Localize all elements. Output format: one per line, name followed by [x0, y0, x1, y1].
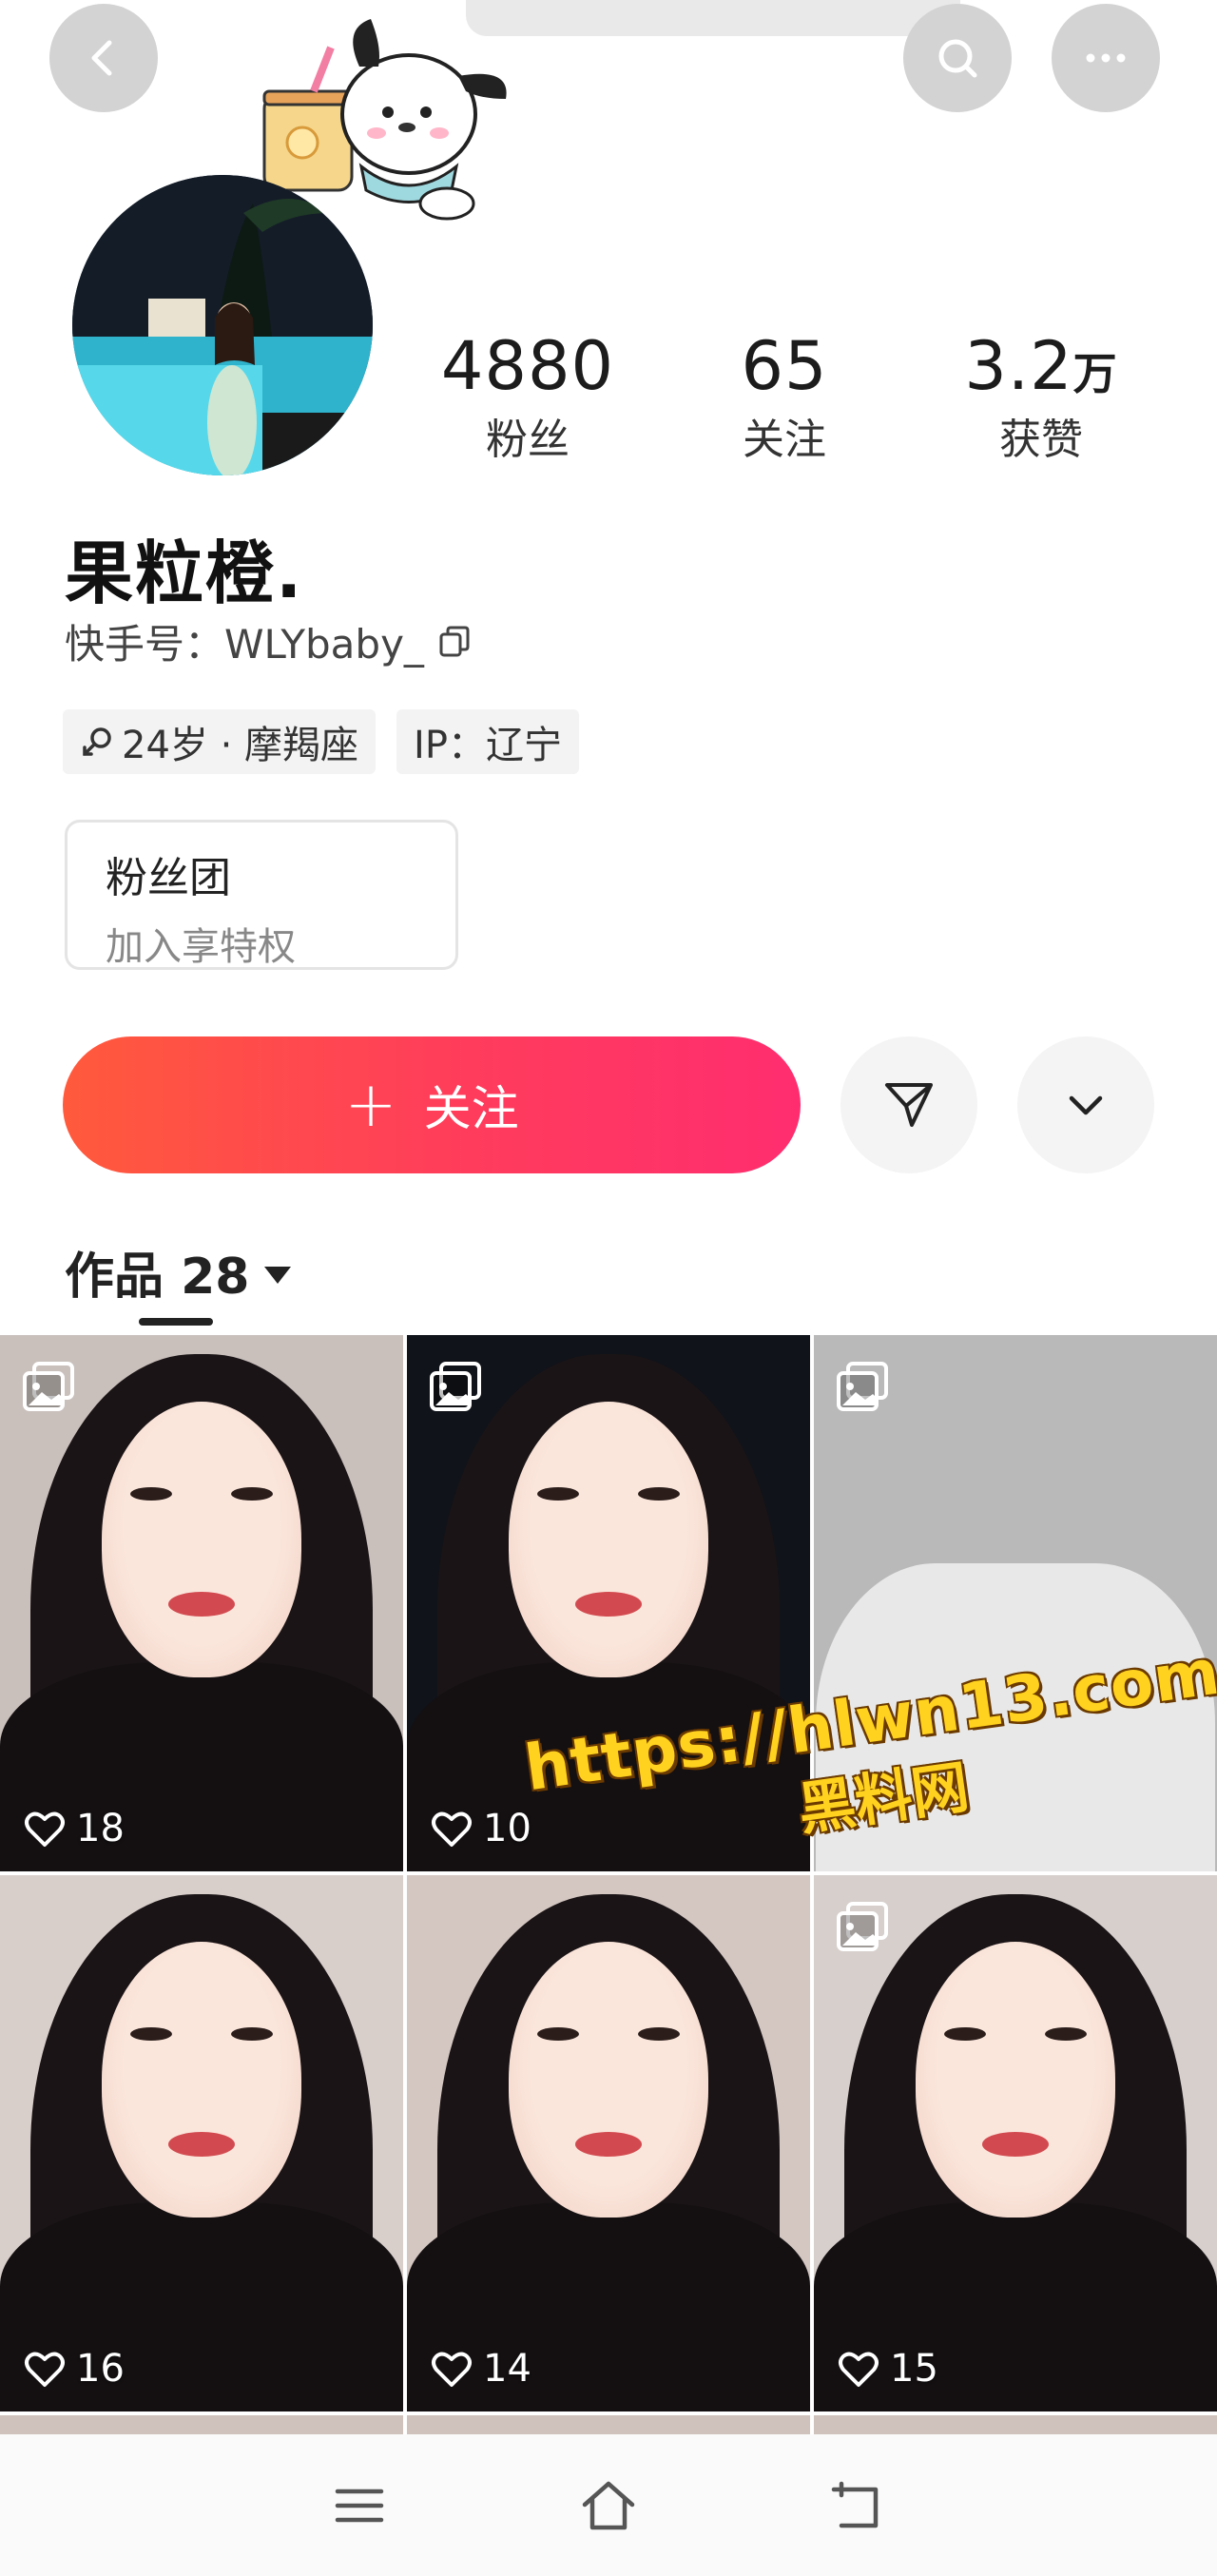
profile-nickname: 果粒橙. — [65, 533, 304, 613]
heart-icon — [839, 2352, 879, 2387]
top-bar — [0, 0, 1217, 124]
post-likes-count: 18 — [76, 1807, 125, 1850]
home-icon[interactable] — [579, 2476, 638, 2535]
tag-ip-location: IP：辽宁 — [396, 709, 579, 774]
stat-likes[interactable]: 3.2万 获赞 — [951, 333, 1131, 466]
post-tile[interactable]: 18 — [0, 1335, 403, 1871]
multi-image-icon — [23, 1362, 74, 1411]
fan-club-subtitle: 加入享特权 — [106, 925, 296, 969]
heart-icon — [25, 2352, 65, 2387]
profile-avatar[interactable] — [72, 175, 373, 475]
post-photo-lips — [575, 1592, 642, 1617]
post-tile[interactable]: 14 — [407, 1875, 810, 2411]
search-icon — [938, 39, 977, 78]
post-photo-lips — [982, 2132, 1049, 2157]
stat-likes-unit: 万 — [1072, 348, 1118, 399]
post-photo-eyes — [130, 1487, 273, 1504]
fan-club-card[interactable]: 粉丝团 加入享特权 — [65, 820, 458, 970]
heart-icon — [25, 1811, 65, 1847]
tag-ip-location-text: IP：辽宁 — [414, 724, 562, 767]
avatar-photo — [72, 175, 373, 475]
stat-following-count: 65 — [741, 327, 828, 405]
tag-age-zodiac: 24岁 · 摩羯座 — [63, 709, 377, 774]
post-likes-count: 10 — [483, 1807, 531, 1850]
back-button[interactable] — [49, 4, 158, 112]
profile-user-id: 快手号：WLYbaby_ — [65, 612, 473, 670]
menu-icon[interactable] — [330, 2476, 389, 2535]
post-likes: 14 — [430, 2347, 531, 2391]
search-button[interactable] — [903, 4, 1012, 112]
post-tile[interactable]: 15 — [814, 1875, 1217, 2411]
multi-image-icon — [430, 1362, 481, 1411]
user-id-text: 快手号：WLYbaby_ — [65, 621, 424, 668]
post-likes-count: 16 — [76, 2347, 125, 2391]
stat-fans[interactable]: 4880 粉丝 — [441, 333, 613, 466]
more-icon — [1086, 53, 1126, 63]
stat-following-label: 关注 — [743, 416, 826, 464]
post-photo-eyes — [537, 1487, 680, 1504]
multi-image-icon — [837, 1362, 888, 1411]
stat-likes-count: 3.2万 — [964, 327, 1118, 405]
stat-following[interactable]: 65 关注 — [704, 333, 865, 466]
avatar-sticker — [262, 19, 507, 221]
dropdown-caret-icon — [264, 1266, 292, 1284]
post-photo-eyes — [944, 2027, 1087, 2044]
post-photo-eyes — [130, 2027, 273, 2044]
follow-button[interactable]: + 关注 — [63, 1036, 801, 1173]
multi-image-icon — [837, 1902, 888, 1951]
tab-works[interactable]: 作品 28 — [65, 1236, 292, 1307]
top-search-pill[interactable] — [466, 0, 960, 36]
send-message-icon — [885, 1083, 933, 1127]
heart-icon — [432, 1811, 472, 1847]
chevron-down-icon — [1069, 1095, 1103, 1115]
post-photo-face — [509, 1402, 708, 1677]
back-icon — [91, 40, 112, 76]
tag-age-zodiac-text: 24岁 · 摩羯座 — [122, 724, 359, 767]
post-photo-face — [509, 1942, 708, 2218]
post-likes-count: 14 — [483, 2347, 531, 2391]
tab-works-indicator — [139, 1318, 213, 1326]
post-tile[interactable]: 16 — [0, 1875, 403, 2411]
gender-icon — [83, 727, 111, 756]
post-photo-eyes — [537, 2027, 680, 2044]
tab-works-label: 作品 28 — [65, 1249, 250, 1306]
follow-label: 关注 — [423, 1081, 519, 1136]
stat-likes-label: 获赞 — [999, 416, 1083, 464]
post-likes: 16 — [23, 2347, 125, 2391]
copy-icon[interactable] — [435, 623, 473, 661]
more-button[interactable] — [1052, 4, 1160, 112]
system-nav-bar — [0, 2434, 1217, 2576]
post-photo-lips — [168, 2132, 235, 2157]
post-likes-count: 15 — [890, 2347, 938, 2391]
send-message-button[interactable] — [840, 1036, 977, 1173]
post-photo-lips — [575, 2132, 642, 2157]
fan-club-title: 粉丝团 — [106, 854, 231, 902]
stat-fans-count: 4880 — [440, 327, 615, 405]
plus-icon: + — [344, 1068, 397, 1141]
profile-tags: 24岁 · 摩羯座 IP：辽宁 — [63, 709, 579, 774]
post-photo-face — [102, 1942, 301, 2218]
post-photo-lips — [168, 1592, 235, 1617]
back-nav-icon[interactable] — [828, 2476, 887, 2535]
post-likes: 15 — [837, 2347, 938, 2391]
post-photo-face — [102, 1402, 301, 1677]
post-likes: 10 — [430, 1807, 531, 1850]
heart-icon — [432, 2352, 472, 2387]
post-photo-face — [916, 1942, 1115, 2218]
more-actions-button[interactable] — [1017, 1036, 1154, 1173]
post-likes: 18 — [23, 1807, 125, 1850]
stat-fans-label: 粉丝 — [486, 416, 570, 464]
